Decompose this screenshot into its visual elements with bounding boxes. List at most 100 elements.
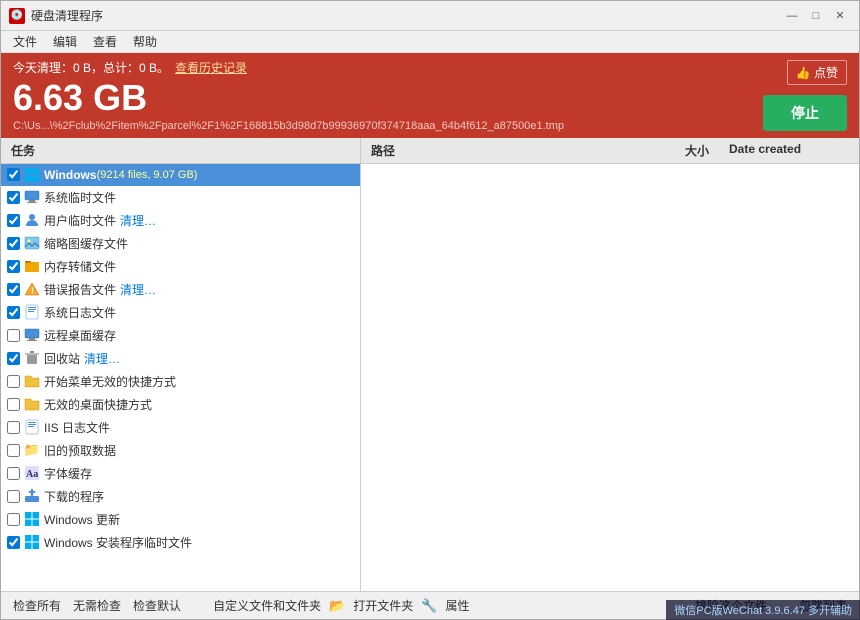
col-path-header: 路径 bbox=[371, 142, 649, 159]
no-check-button[interactable]: 无需检查 bbox=[69, 596, 125, 615]
task-item[interactable]: 远程桌面缓存 bbox=[1, 324, 360, 347]
history-link[interactable]: 查看历史记录 bbox=[175, 59, 247, 76]
minimize-button[interactable]: — bbox=[781, 5, 803, 27]
task-panel-header: 任务 bbox=[1, 138, 360, 164]
menu-bar: 文件 编辑 查看 帮助 bbox=[1, 31, 859, 53]
status-bar: 今天清理：0 B，总计：0 B。 查看历史记录 6.63 GB C:\Us...… bbox=[1, 53, 859, 138]
task-icon bbox=[24, 534, 40, 550]
task-count: (9214 files, 9.07 GB) bbox=[97, 169, 198, 181]
properties-icon: 🔧 bbox=[421, 598, 437, 614]
check-all-button[interactable]: 检查所有 bbox=[9, 596, 65, 615]
task-label: 开始菜单无效的快捷方式 bbox=[44, 373, 176, 390]
svg-text:!: ! bbox=[31, 286, 34, 296]
task-item[interactable]: Windows (9214 files, 9.07 GB) bbox=[1, 164, 360, 186]
task-extra[interactable]: 清理… bbox=[120, 281, 156, 298]
maximize-button[interactable]: □ bbox=[805, 5, 827, 27]
task-checkbox[interactable] bbox=[7, 536, 20, 549]
like-button[interactable]: 👍 点赞 bbox=[787, 60, 847, 85]
task-label: 下载的程序 bbox=[44, 488, 104, 505]
status-right-panel: 👍 点赞 停止 bbox=[763, 53, 847, 138]
task-checkbox[interactable] bbox=[7, 168, 20, 181]
main-content: 任务 Windows (9214 files, 9.07 GB)系统临时文件用户… bbox=[1, 138, 859, 591]
task-checkbox[interactable] bbox=[7, 260, 20, 273]
task-item[interactable]: 缩略图缓存文件 bbox=[1, 232, 360, 255]
task-checkbox[interactable] bbox=[7, 398, 20, 411]
task-item[interactable]: 开始菜单无效的快捷方式 bbox=[1, 370, 360, 393]
task-checkbox[interactable] bbox=[7, 352, 20, 365]
stop-button[interactable]: 停止 bbox=[763, 95, 847, 131]
check-default-button[interactable]: 检查默认 bbox=[129, 596, 185, 615]
task-item[interactable]: 回收站 清理… bbox=[1, 347, 360, 370]
right-panel-header: 路径 大小 Date created bbox=[361, 138, 859, 164]
task-icon bbox=[24, 511, 40, 527]
task-label: 回收站 bbox=[44, 350, 80, 367]
task-extra[interactable]: 清理… bbox=[84, 350, 120, 367]
col-size-header: 大小 bbox=[649, 142, 729, 159]
task-label: IIS 日志文件 bbox=[44, 419, 110, 436]
task-item[interactable]: Aa字体缓存 bbox=[1, 462, 360, 485]
task-label: 旧的预取数据 bbox=[44, 442, 116, 459]
task-item[interactable]: 📁旧的预取数据 bbox=[1, 439, 360, 462]
task-item[interactable]: Windows 安装程序临时文件 bbox=[1, 531, 360, 554]
menu-help[interactable]: 帮助 bbox=[125, 31, 165, 52]
divider-1 bbox=[191, 597, 203, 614]
task-checkbox[interactable] bbox=[7, 444, 20, 457]
bottom-toolbar: 检查所有 无需检查 检查默认 自定义文件和文件夹 📂 打开文件夹 🔧 属性 排除… bbox=[1, 591, 859, 619]
task-item[interactable]: 无效的桌面快捷方式 bbox=[1, 393, 360, 416]
task-label: 远程桌面缓存 bbox=[44, 327, 116, 344]
task-icon: ! bbox=[24, 281, 40, 297]
task-checkbox[interactable] bbox=[7, 375, 20, 388]
menu-view[interactable]: 查看 bbox=[85, 31, 125, 52]
menu-edit[interactable]: 编辑 bbox=[45, 31, 85, 52]
task-item[interactable]: Windows 更新 bbox=[1, 508, 360, 531]
task-checkbox[interactable] bbox=[7, 306, 20, 319]
task-icon: Aa bbox=[24, 465, 40, 481]
task-checkbox[interactable] bbox=[7, 421, 20, 434]
task-icon bbox=[24, 488, 40, 504]
task-checkbox[interactable] bbox=[7, 283, 20, 296]
task-checkbox[interactable] bbox=[7, 467, 20, 480]
task-checkbox[interactable] bbox=[7, 237, 20, 250]
hide-list-button[interactable]: 忽略列表 bbox=[795, 596, 851, 615]
title-bar: 💿 硬盘清理程序 — □ ✕ bbox=[1, 1, 859, 31]
task-label: 系统临时文件 bbox=[44, 189, 116, 206]
clean-size: 6.63 GB bbox=[13, 78, 847, 118]
task-item[interactable]: 下载的程序 bbox=[1, 485, 360, 508]
task-checkbox[interactable] bbox=[7, 191, 20, 204]
task-icon bbox=[24, 212, 40, 228]
task-icon bbox=[24, 167, 40, 183]
open-folder-button[interactable]: 打开文件夹 bbox=[349, 596, 417, 615]
task-label: 缩略图缓存文件 bbox=[44, 235, 128, 252]
col-date-header: Date created bbox=[729, 142, 849, 159]
folder-icon: 📂 bbox=[329, 598, 345, 614]
task-checkbox[interactable] bbox=[7, 513, 20, 526]
task-label: 无效的桌面快捷方式 bbox=[44, 396, 152, 413]
task-checkbox[interactable] bbox=[7, 490, 20, 503]
task-icon bbox=[24, 258, 40, 274]
task-label: 错误报告文件 bbox=[44, 281, 116, 298]
menu-file[interactable]: 文件 bbox=[5, 31, 45, 52]
task-item[interactable]: 系统临时文件 bbox=[1, 186, 360, 209]
main-window: 💿 硬盘清理程序 — □ ✕ 文件 编辑 查看 帮助 今天清理：0 B，总计：0… bbox=[0, 0, 860, 620]
task-item[interactable]: ! 错误报告文件 清理… bbox=[1, 278, 360, 301]
task-checkbox[interactable] bbox=[7, 214, 20, 227]
task-item[interactable]: 内存转储文件 bbox=[1, 255, 360, 278]
task-icon bbox=[24, 304, 40, 320]
task-panel: 任务 Windows (9214 files, 9.07 GB)系统临时文件用户… bbox=[1, 138, 361, 591]
task-item[interactable]: 系统日志文件 bbox=[1, 301, 360, 324]
task-icon bbox=[24, 189, 40, 205]
task-item[interactable]: IIS 日志文件 bbox=[1, 416, 360, 439]
close-button[interactable]: ✕ bbox=[829, 5, 851, 27]
properties-button[interactable]: 属性 bbox=[441, 596, 473, 615]
task-list: Windows (9214 files, 9.07 GB)系统临时文件用户临时文… bbox=[1, 164, 360, 591]
task-extra[interactable]: 清理… bbox=[120, 212, 156, 229]
exclude-file-button[interactable]: 排除这个文件 bbox=[691, 596, 771, 615]
task-label: 用户临时文件 bbox=[44, 212, 116, 229]
task-checkbox[interactable] bbox=[7, 329, 20, 342]
today-clean-label: 今天清理：0 B，总计：0 B。 bbox=[13, 59, 169, 76]
svg-text:Aa: Aa bbox=[26, 469, 38, 480]
window-title: 硬盘清理程序 bbox=[31, 7, 781, 24]
task-label: 内存转储文件 bbox=[44, 258, 116, 275]
task-item[interactable]: 用户临时文件 清理… bbox=[1, 209, 360, 232]
custom-files-button[interactable]: 自定义文件和文件夹 bbox=[209, 596, 325, 615]
